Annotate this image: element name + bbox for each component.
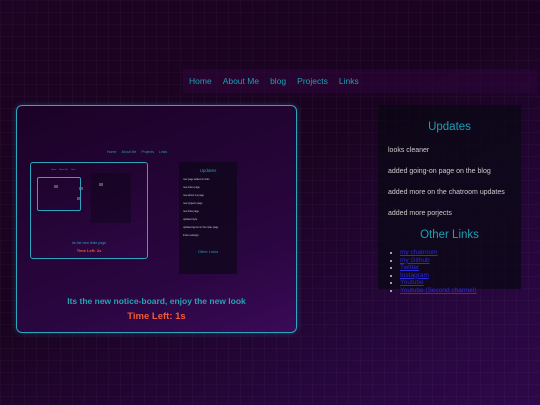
- preview-update-item: updated style: [183, 218, 198, 221]
- preview-sidebar-title: Updates: [199, 168, 217, 173]
- preview-inner-nav-item: Links: [70, 169, 76, 171]
- update-item: added more porjects: [388, 210, 452, 217]
- update-item: added going-on page on the blog: [388, 168, 491, 175]
- preview-inner-thumb: [79, 187, 83, 190]
- updates-title: Updates: [428, 121, 471, 133]
- preview-nav-links: Links: [158, 150, 168, 154]
- preview-inner-board: [37, 177, 81, 211]
- other-links-title: Other Links: [420, 229, 479, 241]
- link-youtube[interactable]: Youtube: [400, 279, 424, 286]
- link-github[interactable]: my Github: [400, 257, 430, 264]
- preview-inner-nav-item: Home: [51, 169, 57, 171]
- preview-inner-sidebar: [91, 173, 131, 223]
- preview-inner-nav-item: About Me: [59, 169, 68, 171]
- preview-other-links-title: Other Links: [197, 249, 219, 254]
- nav-link-links[interactable]: Links: [339, 76, 359, 86]
- other-links-list: my chatroom my Github Twitter Instagram …: [378, 249, 521, 295]
- other-link-item: Youtube (Second channel): [400, 287, 521, 295]
- top-nav: Home About Me blog Projects Links: [183, 69, 537, 93]
- notice-message: Its the new notice-board, enjoy the new …: [67, 296, 246, 306]
- preview-update-item: new about me page: [183, 194, 204, 197]
- preview-update-item: new index page: [183, 186, 200, 189]
- preview-sidebar: Updates new page added on links new inde…: [179, 162, 237, 274]
- nav-link-blog[interactable]: blog: [270, 76, 286, 86]
- link-youtube-second[interactable]: Youtube (Second channel): [400, 287, 476, 294]
- preview-nav-about: About Me: [121, 150, 137, 154]
- preview-timer: Time Left: 2s: [76, 248, 102, 253]
- updates-sidebar: Updates looks cleaner added going-on pag…: [378, 105, 521, 294]
- preview-inner-thumb: [99, 183, 103, 186]
- preview-link-item: [185, 272, 237, 275]
- preview-update-item: updated layout on the index page: [183, 226, 219, 229]
- countdown-timer: Time Left: 1s: [127, 311, 186, 322]
- other-link-item: Youtube: [400, 279, 521, 287]
- preview-message: Its the new finite page: [71, 241, 107, 245]
- preview-inner-nav: Home About Me Links: [51, 169, 76, 171]
- preview-other-links-list: [179, 256, 237, 275]
- preview-update-item: new links page: [183, 210, 199, 213]
- preview-update-item: new projects page: [183, 202, 203, 205]
- other-link-item: my chatroom: [400, 249, 521, 257]
- link-instagram[interactable]: Instagram: [400, 272, 429, 279]
- nav-link-about-me[interactable]: About Me: [223, 76, 259, 86]
- update-item: added more on the chatroom updates: [388, 189, 505, 196]
- other-link-item: Twitter: [400, 264, 521, 272]
- nav-link-home[interactable]: Home: [189, 76, 212, 86]
- other-link-item: my Github: [400, 257, 521, 265]
- other-link-item: Instagram: [400, 272, 521, 280]
- preview-nav-home: Home: [107, 150, 117, 154]
- preview-nav: Home About Me Projects Links: [107, 150, 167, 154]
- preview-nav-projects: Projects: [141, 150, 154, 154]
- preview-board: Home About Me Links Its the new finite p…: [30, 162, 148, 259]
- link-chatroom[interactable]: my chatroom: [400, 249, 438, 256]
- nav-link-projects[interactable]: Projects: [297, 76, 328, 86]
- link-twitter[interactable]: Twitter: [400, 264, 419, 271]
- preview-inner-thumb: [77, 197, 81, 200]
- preview-update-item: new page added on links: [183, 178, 210, 181]
- preview-inner-thumb: [54, 185, 58, 188]
- update-item: looks cleaner: [388, 147, 430, 154]
- preview-update-item: Index redesign: [183, 234, 199, 237]
- notice-board: Home About Me Projects Links Home About …: [16, 105, 297, 333]
